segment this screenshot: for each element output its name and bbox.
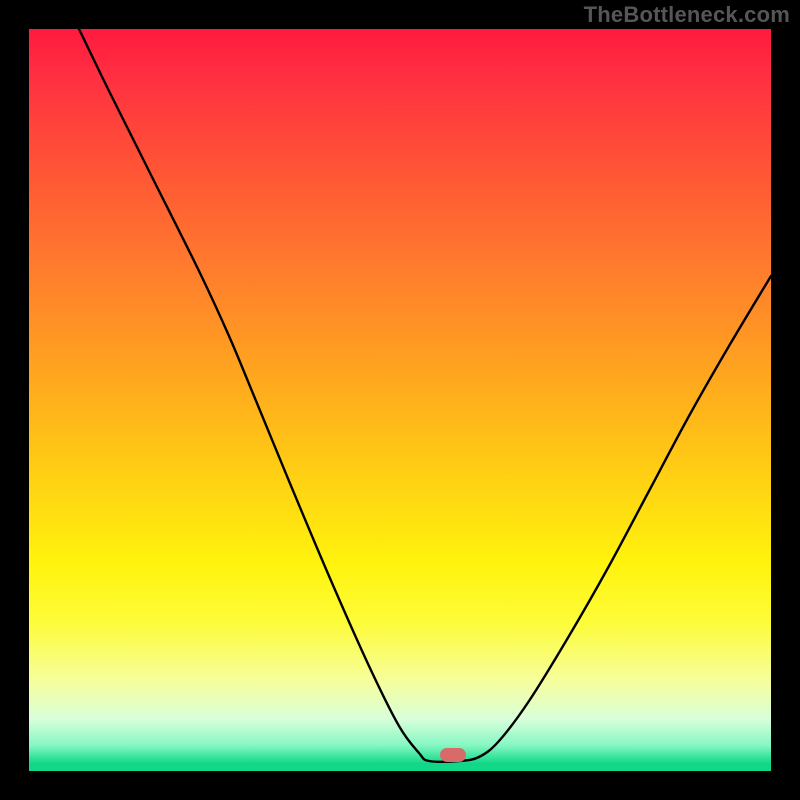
plot-area (29, 29, 771, 771)
watermark-text: TheBottleneck.com (584, 2, 790, 28)
curve-layer (29, 29, 771, 771)
bottleneck-curve (79, 29, 771, 762)
optimal-marker-icon (440, 748, 466, 762)
chart-frame: TheBottleneck.com (0, 0, 800, 800)
